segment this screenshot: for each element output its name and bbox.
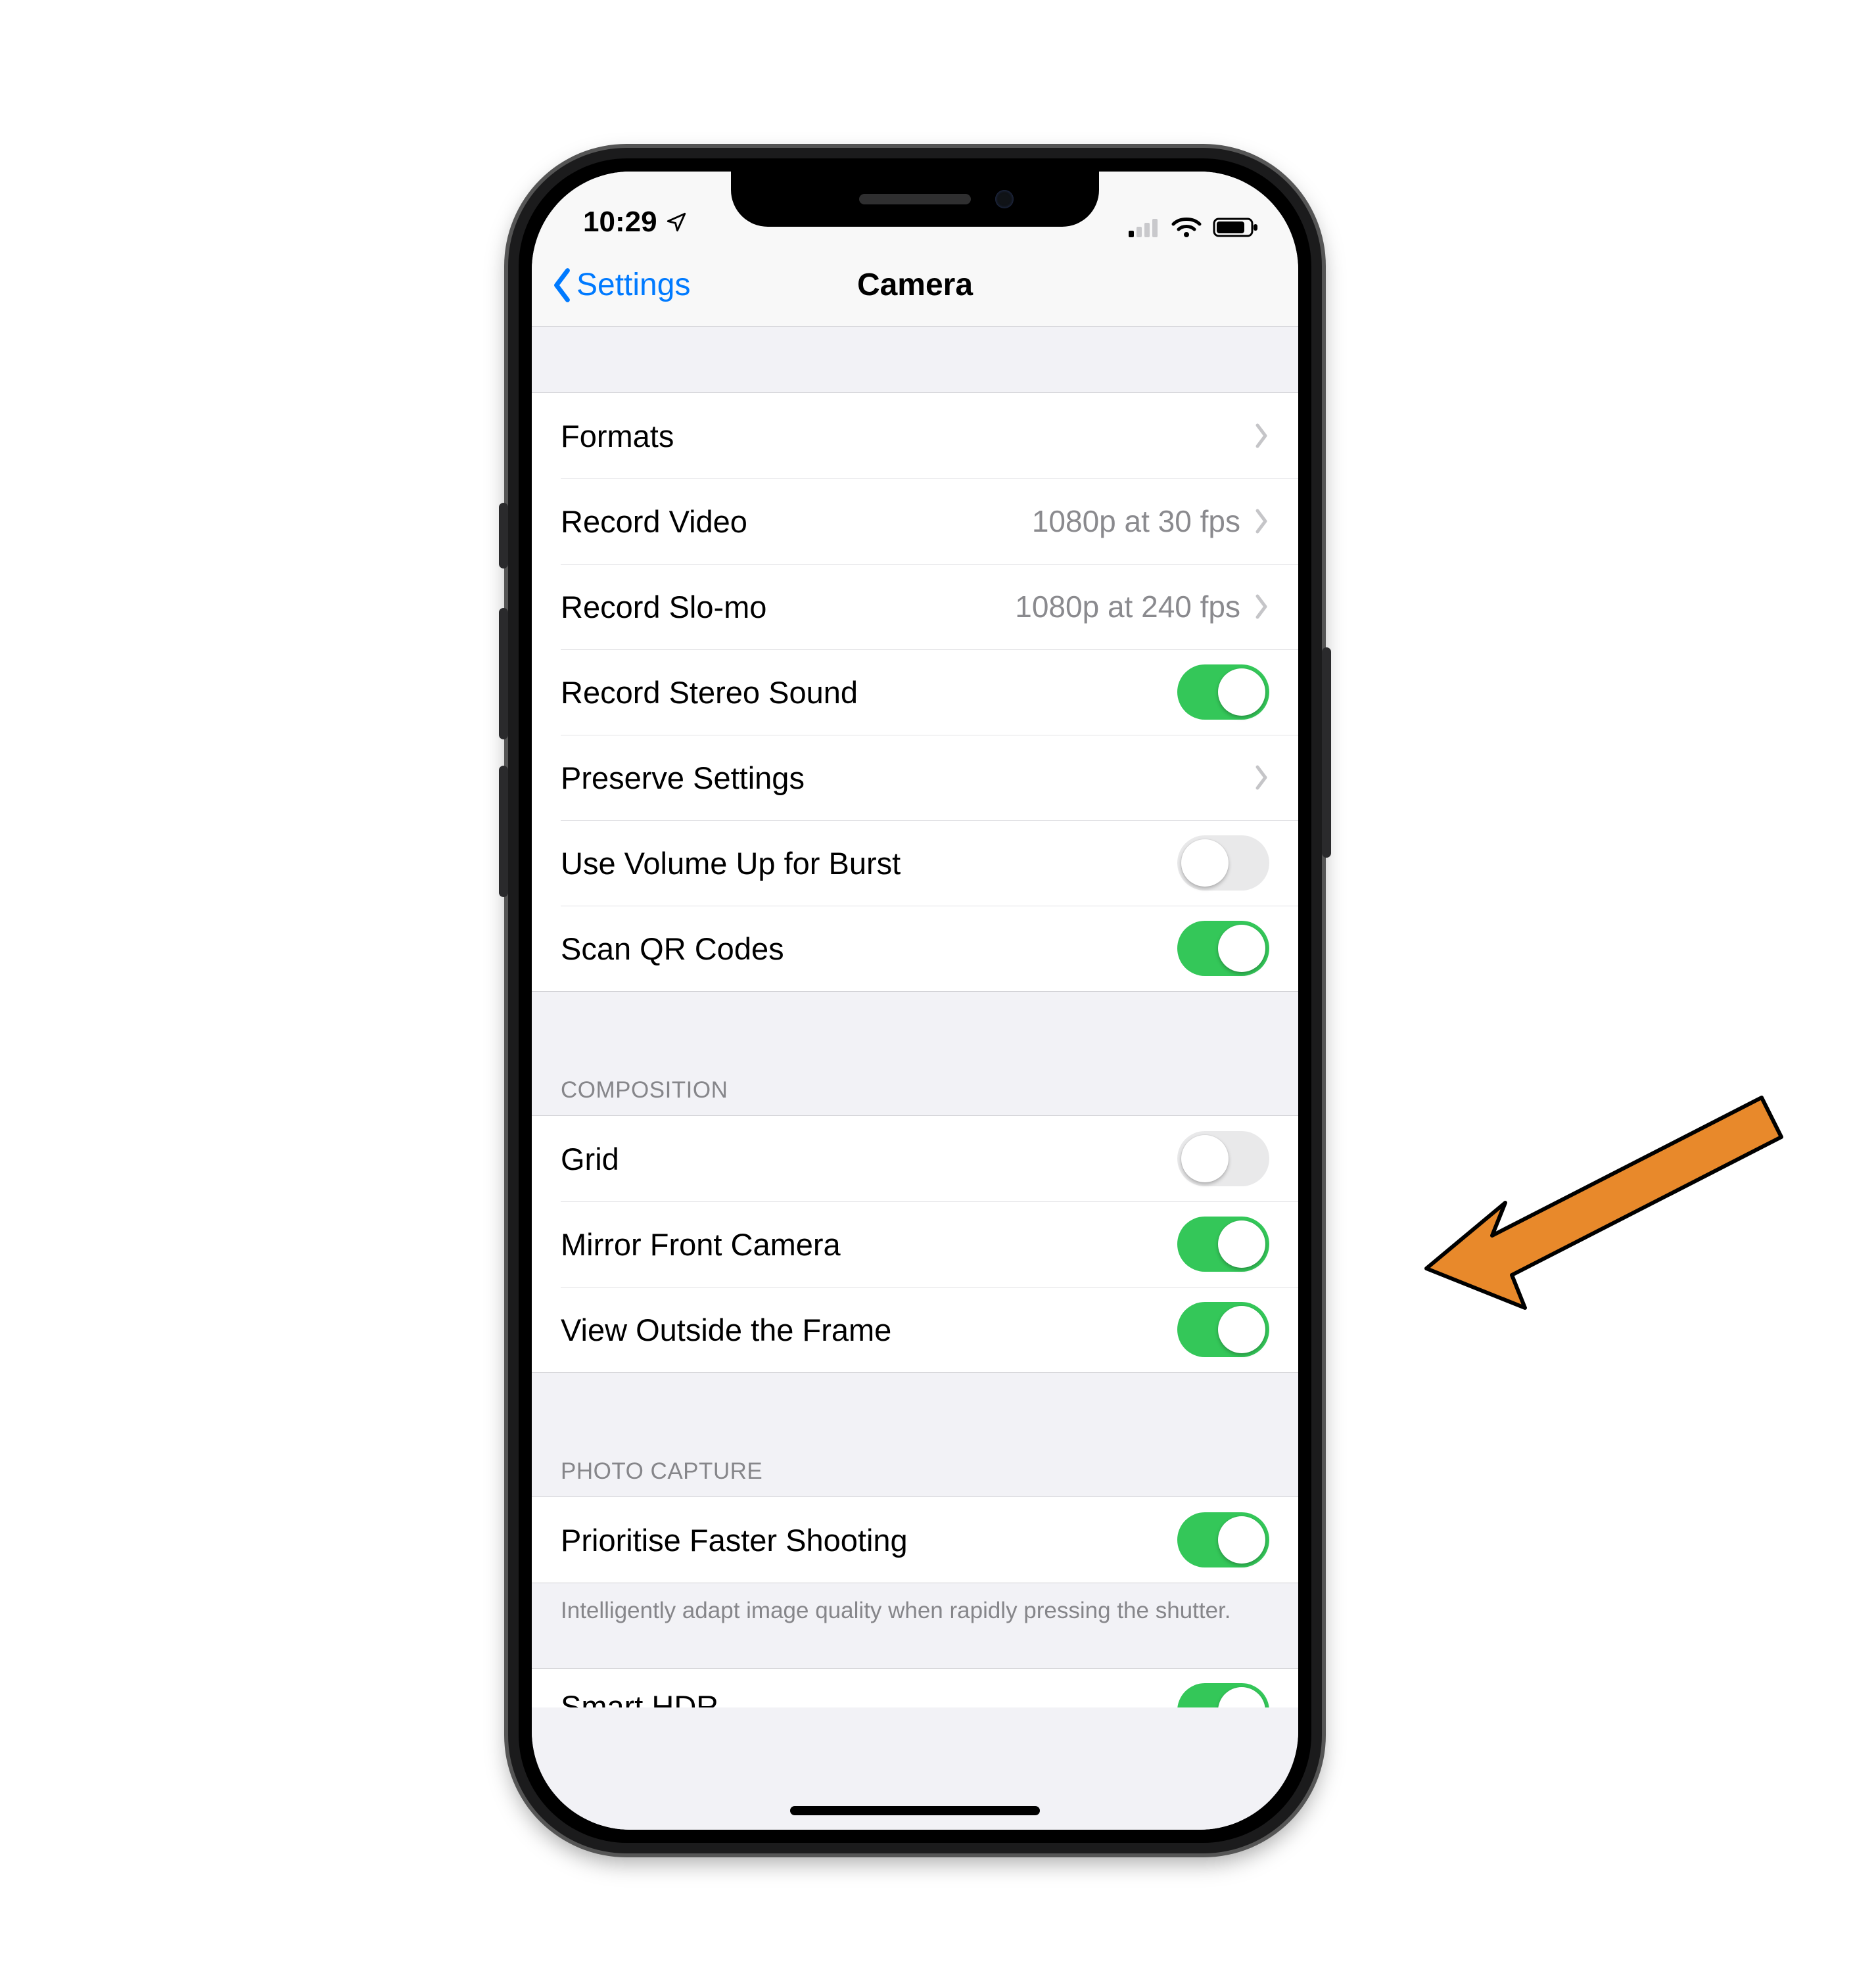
phone-frame: 10:29 [508,148,1322,1853]
record-stereo-sound-toggle[interactable] [1177,664,1269,720]
side-button-vol-up [499,608,508,739]
page-title: Camera [857,267,973,303]
side-button-vol-down [499,766,508,897]
row-label: Formats [561,418,674,454]
row-mirror-front-camera: Mirror Front Camera [532,1201,1298,1287]
chevron-right-icon [1254,423,1269,449]
row-label: Scan QR Codes [561,931,784,967]
row-label: View Outside the Frame [561,1312,891,1348]
status-time: 10:29 [583,206,657,239]
scan-qr-codes-toggle[interactable] [1177,921,1269,976]
row-label: Preserve Settings [561,760,805,796]
row-detail: 1080p at 240 fps [1015,589,1248,624]
section-header-composition: COMPOSITION [532,1064,1298,1115]
chevron-right-icon [1254,764,1269,791]
row-volume-up-burst: Use Volume Up for Burst [532,820,1298,906]
row-grid: Grid [532,1116,1298,1201]
side-button-power [1322,647,1331,858]
volume-up-burst-toggle[interactable] [1177,835,1269,891]
section-header-photo-capture: PHOTO CAPTURE [532,1445,1298,1497]
home-indicator[interactable] [790,1806,1040,1815]
row-prioritise-faster-shooting: Prioritise Faster Shooting [532,1497,1298,1583]
front-camera-lens [995,190,1014,208]
group-composition: Grid Mirror Front Camera View Outside th… [532,1115,1298,1373]
speaker-grille [859,194,971,204]
screen: 10:29 [532,172,1298,1830]
view-outside-frame-toggle[interactable] [1177,1302,1269,1357]
row-label: Record Stereo Sound [561,674,858,710]
mirror-front-camera-toggle[interactable] [1177,1217,1269,1272]
group-main: Formats Record Video 1080p at 30 fps Rec… [532,392,1298,992]
annotation-arrow [1394,1052,1801,1337]
row-label: Record Video [561,503,747,540]
row-record-video[interactable]: Record Video 1080p at 30 fps [532,478,1298,564]
row-scan-qr-codes: Scan QR Codes [532,906,1298,991]
row-label: Smart HDR [561,1688,718,1707]
row-label: Mirror Front Camera [561,1226,841,1263]
grid-toggle[interactable] [1177,1131,1269,1186]
side-button-mute [499,503,508,569]
prioritise-faster-shooting-toggle[interactable] [1177,1512,1269,1567]
row-label: Use Volume Up for Burst [561,845,901,881]
battery-icon [1213,216,1259,239]
chevron-right-icon [1254,593,1269,620]
chevron-right-icon [1254,508,1269,534]
cellular-signal-icon [1127,216,1160,239]
row-record-stereo-sound: Record Stereo Sound [532,649,1298,735]
row-smart-hdr: Smart HDR [532,1668,1298,1707]
settings-content[interactable]: Formats Record Video 1080p at 30 fps Rec… [532,327,1298,1830]
row-preserve-settings[interactable]: Preserve Settings [532,735,1298,820]
wifi-icon [1171,216,1202,239]
row-view-outside-frame: View Outside the Frame [532,1287,1298,1372]
row-label: Record Slo-mo [561,589,766,625]
notch [731,172,1099,227]
row-detail: 1080p at 30 fps [1032,503,1248,539]
smart-hdr-toggle[interactable] [1177,1683,1269,1707]
row-record-slomo[interactable]: Record Slo-mo 1080p at 240 fps [532,564,1298,649]
back-label: Settings [576,267,690,303]
row-formats[interactable]: Formats [532,393,1298,478]
row-label: Prioritise Faster Shooting [561,1522,908,1558]
chevron-left-icon [550,267,574,304]
nav-bar: Settings Camera [532,244,1298,327]
section-footer-photo-capture: Intelligently adapt image quality when r… [532,1583,1298,1642]
row-label: Grid [561,1141,619,1177]
location-icon [665,211,688,233]
group-photo-capture: Prioritise Faster Shooting [532,1497,1298,1583]
back-button[interactable]: Settings [550,267,690,304]
